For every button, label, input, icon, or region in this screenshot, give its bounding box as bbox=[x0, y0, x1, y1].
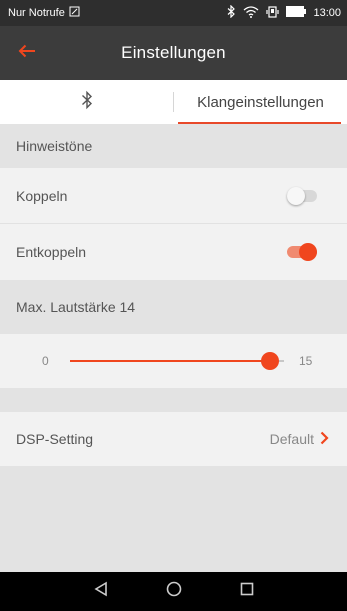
bluetooth-icon bbox=[227, 4, 236, 21]
section-header-label: Hinweistöne bbox=[16, 138, 93, 154]
empty-area bbox=[0, 466, 347, 572]
nav-home-button[interactable] bbox=[137, 572, 210, 611]
status-bar: Nur Notrufe 13:00 bbox=[0, 0, 347, 26]
vibrate-icon bbox=[266, 5, 280, 21]
home-circle-icon bbox=[166, 581, 182, 602]
nav-back-button[interactable] bbox=[64, 572, 137, 611]
status-time: 13:00 bbox=[313, 7, 341, 19]
back-triangle-icon bbox=[93, 581, 109, 602]
volume-slider-row: 0 15 bbox=[0, 334, 347, 388]
bluetooth-icon bbox=[81, 90, 93, 115]
nav-recents-button[interactable] bbox=[210, 572, 283, 611]
wifi-icon bbox=[243, 5, 259, 21]
status-left: Nur Notrufe bbox=[8, 6, 80, 20]
volume-slider-track[interactable] bbox=[70, 352, 284, 370]
decouple-toggle[interactable] bbox=[287, 243, 317, 261]
dsp-setting-row[interactable]: DSP-Setting Default bbox=[0, 412, 347, 466]
tab-sound-settings[interactable]: Klangeinstellungen bbox=[174, 80, 347, 124]
setting-row-decouple: Entkoppeln bbox=[0, 224, 347, 280]
carrier-text: Nur Notrufe bbox=[8, 7, 65, 19]
page-title: Einstellungen bbox=[121, 43, 226, 62]
chevron-right-icon bbox=[320, 431, 329, 448]
tab-label: Klangeinstellungen bbox=[197, 93, 324, 111]
dsp-setting-label: DSP-Setting bbox=[16, 431, 94, 447]
section-header-label: Max. Lautstärke 14 bbox=[16, 299, 136, 315]
section-header-tones: Hinweistöne bbox=[0, 124, 347, 168]
slider-min-label: 0 bbox=[42, 354, 49, 368]
setting-label: Koppeln bbox=[16, 187, 68, 204]
status-right: 13:00 bbox=[227, 4, 341, 21]
toggle-knob bbox=[287, 187, 305, 205]
volume-slider-thumb[interactable] bbox=[260, 352, 279, 370]
couple-toggle[interactable] bbox=[287, 187, 317, 205]
app-bar: Einstellungen bbox=[0, 26, 347, 80]
tab-bar: Klangeinstellungen bbox=[0, 80, 347, 124]
sim-icon bbox=[69, 6, 80, 20]
section-header-volume: Max. Lautstärke 14 bbox=[0, 280, 347, 334]
navigation-bar bbox=[0, 572, 347, 611]
recents-square-icon bbox=[239, 581, 255, 602]
back-button[interactable] bbox=[14, 40, 40, 66]
toggle-knob bbox=[299, 243, 317, 261]
arrow-left-icon bbox=[18, 44, 36, 63]
setting-row-couple: Koppeln bbox=[0, 168, 347, 224]
battery-icon bbox=[286, 6, 307, 20]
section-spacer bbox=[0, 388, 347, 412]
slider-max-label: 15 bbox=[299, 354, 313, 368]
volume-slider-fill bbox=[70, 360, 270, 362]
setting-label: Entkoppeln bbox=[16, 244, 87, 260]
tab-bluetooth[interactable] bbox=[0, 90, 174, 115]
dsp-setting-value: Default bbox=[270, 412, 329, 466]
dsp-value-text: Default bbox=[269, 431, 314, 447]
